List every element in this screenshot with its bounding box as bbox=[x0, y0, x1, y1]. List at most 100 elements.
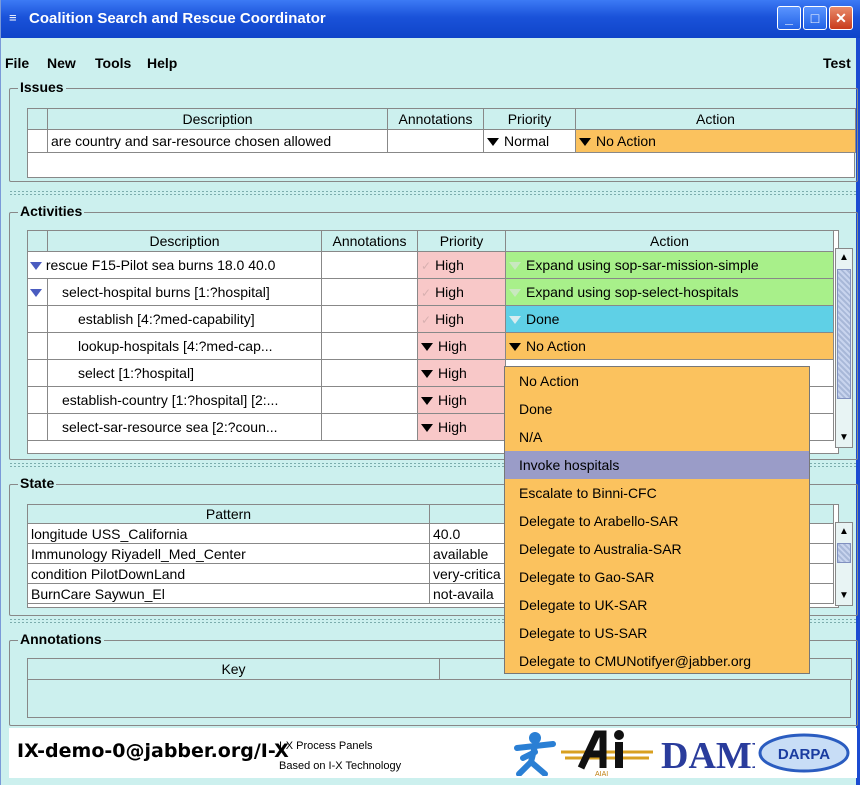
table-row[interactable]: are country and sar-resource chosen allo… bbox=[27, 129, 856, 153]
dropdown-arrow-icon bbox=[509, 262, 521, 271]
state-legend: State bbox=[18, 475, 57, 491]
menu-item-delegate-australia-sar[interactable]: Delegate to Australia-SAR bbox=[505, 535, 809, 563]
daml-logo-text: DAML bbox=[661, 735, 755, 774]
menu-item-delegate-us-sar[interactable]: Delegate to US-SAR bbox=[505, 619, 809, 647]
menu-bar: File New Tools Help Test bbox=[1, 52, 857, 74]
activity-description[interactable]: select [1:?hospital] bbox=[47, 359, 322, 387]
menu-tools[interactable]: Tools bbox=[95, 55, 131, 71]
activity-description[interactable]: select-sar-resource sea [2:?coun... bbox=[47, 413, 322, 441]
issue-priority-select[interactable]: Normal bbox=[483, 129, 576, 153]
activity-annotations[interactable] bbox=[321, 359, 418, 387]
scroll-thumb[interactable] bbox=[837, 269, 851, 399]
activities-header-action[interactable]: Action bbox=[505, 230, 834, 252]
activities-header-annotations[interactable]: Annotations bbox=[321, 230, 418, 252]
state-pattern[interactable]: longitude USS_California bbox=[27, 523, 430, 544]
issue-annotations[interactable] bbox=[387, 129, 484, 153]
activity-description[interactable]: lookup-hospitals [4:?med-cap... bbox=[47, 332, 322, 360]
activity-priority[interactable]: ✓ High bbox=[417, 278, 506, 306]
activity-annotations[interactable] bbox=[321, 386, 418, 414]
menu-file[interactable]: File bbox=[5, 55, 29, 71]
expand-toggle-icon[interactable] bbox=[30, 289, 42, 298]
minimize-button[interactable]: _ bbox=[777, 6, 801, 30]
state-header-pattern[interactable]: Pattern bbox=[27, 504, 430, 524]
row-marker bbox=[27, 332, 48, 360]
menu-item-delegate-uk-sar[interactable]: Delegate to UK-SAR bbox=[505, 591, 809, 619]
check-icon: ✓ bbox=[421, 286, 432, 300]
activity-description[interactable]: select-hospital burns [1:?hospital] bbox=[47, 278, 322, 306]
activity-priority[interactable]: High bbox=[417, 413, 506, 441]
splitter[interactable] bbox=[9, 190, 857, 196]
row-marker bbox=[27, 386, 48, 414]
scroll-down-icon[interactable]: ▼ bbox=[838, 431, 850, 445]
activity-priority[interactable]: ✓ High bbox=[417, 305, 506, 333]
activity-priority[interactable]: ✓ High bbox=[417, 251, 506, 279]
check-icon: ✓ bbox=[421, 259, 432, 273]
activity-priority[interactable]: High bbox=[417, 386, 506, 414]
activity-action[interactable]: Done bbox=[505, 305, 834, 333]
state-scrollbar[interactable]: ▲ ▼ bbox=[835, 522, 853, 606]
issues-header-annotations[interactable]: Annotations bbox=[387, 108, 484, 130]
menu-item-done[interactable]: Done bbox=[505, 395, 809, 423]
issue-action-select[interactable]: No Action bbox=[575, 129, 856, 153]
row-marker bbox=[27, 413, 48, 441]
menu-item-delegate-cmunotifyer[interactable]: Delegate to CMUNotifyer@jabber.org bbox=[505, 647, 809, 675]
activities-corner-header bbox=[27, 230, 48, 252]
menu-help[interactable]: Help bbox=[147, 55, 177, 71]
menu-test[interactable]: Test bbox=[823, 55, 851, 71]
activity-annotations[interactable] bbox=[321, 413, 418, 441]
app-window: ≡ Coalition Search and Rescue Coordinato… bbox=[0, 0, 860, 785]
menu-item-delegate-arabello-sar[interactable]: Delegate to Arabello-SAR bbox=[505, 507, 809, 535]
scroll-down-icon[interactable]: ▼ bbox=[838, 589, 850, 603]
activity-action[interactable]: Expand using sop-select-hospitals bbox=[505, 278, 834, 306]
table-row[interactable]: establish [4:?med-capability] ✓ High Done bbox=[27, 305, 834, 333]
row-marker bbox=[27, 305, 48, 333]
annotations-header-key[interactable]: Key bbox=[27, 658, 440, 680]
issue-description[interactable]: are country and sar-resource chosen allo… bbox=[47, 129, 388, 153]
state-pattern[interactable]: Immunology Riyadell_Med_Center bbox=[27, 543, 430, 564]
app-icon: ≡ bbox=[9, 10, 17, 25]
state-pattern[interactable]: condition PilotDownLand bbox=[27, 563, 430, 584]
issues-header-priority[interactable]: Priority bbox=[483, 108, 576, 130]
activity-annotations[interactable] bbox=[321, 305, 418, 333]
menu-item-na[interactable]: N/A bbox=[505, 423, 809, 451]
scroll-up-icon[interactable]: ▲ bbox=[838, 525, 850, 539]
dropdown-arrow-icon bbox=[579, 138, 591, 147]
annotations-legend: Annotations bbox=[18, 631, 104, 647]
maximize-button[interactable]: □ bbox=[803, 6, 827, 30]
title-bar[interactable]: ≡ Coalition Search and Rescue Coordinato… bbox=[1, 0, 860, 38]
menu-item-escalate-binni-cfc[interactable]: Escalate to Binni-CFC bbox=[505, 479, 809, 507]
activities-header-description[interactable]: Description bbox=[47, 230, 322, 252]
menu-item-invoke-hospitals[interactable]: Invoke hospitals bbox=[505, 451, 809, 479]
action-dropdown-menu[interactable]: No Action Done N/A Invoke hospitals Esca… bbox=[504, 366, 810, 674]
activity-description[interactable]: establish [4:?med-capability] bbox=[47, 305, 322, 333]
state-pattern[interactable]: BurnCare Saywun_El bbox=[27, 583, 430, 604]
activity-action[interactable]: No Action bbox=[505, 332, 834, 360]
activity-action[interactable]: Expand using sop-sar-mission-simple bbox=[505, 251, 834, 279]
scroll-up-icon[interactable]: ▲ bbox=[838, 251, 850, 265]
dropdown-arrow-icon bbox=[509, 343, 521, 352]
activities-header-priority[interactable]: Priority bbox=[417, 230, 506, 252]
activity-description[interactable]: establish-country [1:?hospital] [2:... bbox=[47, 386, 322, 414]
darpa-logo: DARPA bbox=[758, 733, 850, 773]
menu-item-no-action[interactable]: No Action bbox=[505, 367, 809, 395]
menu-item-delegate-gao-sar[interactable]: Delegate to Gao-SAR bbox=[505, 563, 809, 591]
issues-header-description[interactable]: Description bbox=[47, 108, 388, 130]
menu-new[interactable]: New bbox=[47, 55, 76, 71]
activities-scrollbar[interactable]: ▲ ▼ bbox=[835, 248, 853, 448]
dropdown-arrow-icon bbox=[421, 397, 433, 406]
activity-annotations[interactable] bbox=[321, 278, 418, 306]
activity-description[interactable]: rescue F15-Pilot sea burns 18.0 40.0 bbox=[27, 251, 322, 279]
close-button[interactable]: ✕ bbox=[829, 6, 853, 30]
expand-toggle-icon[interactable] bbox=[30, 262, 42, 271]
table-row[interactable]: rescue F15-Pilot sea burns 18.0 40.0 ✓ Hi… bbox=[27, 251, 834, 279]
activity-annotations[interactable] bbox=[321, 251, 418, 279]
issues-header-action[interactable]: Action bbox=[575, 108, 856, 130]
table-row[interactable]: select-hospital burns [1:?hospital] ✓ Hig… bbox=[27, 278, 834, 306]
dropdown-arrow-icon bbox=[509, 316, 521, 325]
activity-priority[interactable]: High bbox=[417, 359, 506, 387]
activity-annotations[interactable] bbox=[321, 332, 418, 360]
check-icon: ✓ bbox=[421, 313, 432, 327]
activity-priority[interactable]: High bbox=[417, 332, 506, 360]
table-row[interactable]: lookup-hospitals [4:?med-cap... High No … bbox=[27, 332, 834, 360]
scroll-thumb[interactable] bbox=[837, 543, 851, 563]
